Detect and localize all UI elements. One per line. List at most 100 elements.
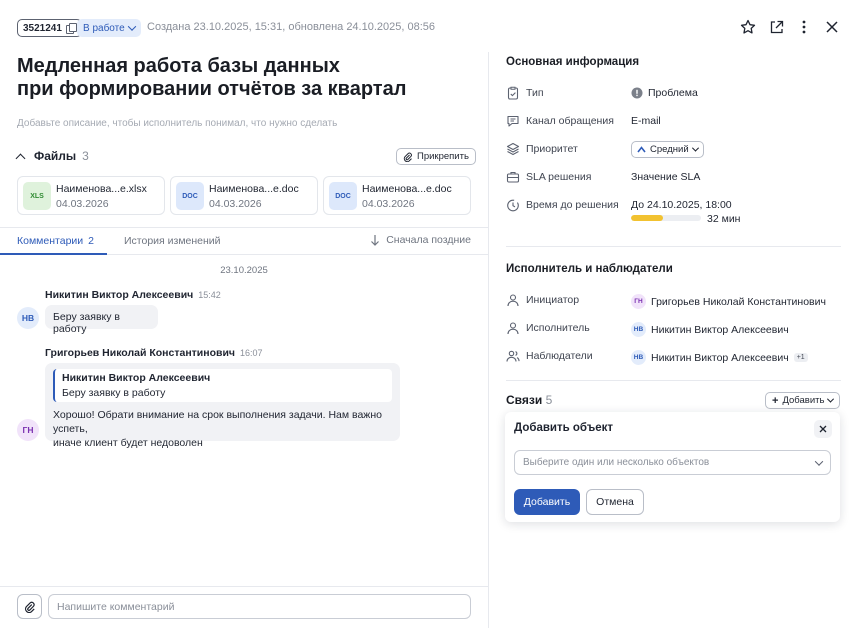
type-value-text: Проблема xyxy=(648,87,698,99)
time-remaining-fill xyxy=(631,215,663,221)
watchers-name: Никитин Виктор Алексеевич xyxy=(651,351,789,364)
active-tab-indicator xyxy=(0,253,107,255)
time-remaining-progress xyxy=(631,215,701,221)
initiator-label: Инициатор xyxy=(526,294,580,306)
file-card[interactable]: XLS Наименова...e.xlsx 04.03.2026 xyxy=(17,176,165,215)
channel-value: E-mail xyxy=(631,115,661,127)
more-menu-icon[interactable] xyxy=(794,17,814,37)
ticket-main-panel: Медленная работа базы данных при формиро… xyxy=(0,52,488,628)
attach-file-button[interactable]: Прикрепить xyxy=(396,148,476,165)
close-icon[interactable] xyxy=(822,17,842,37)
files-toggle[interactable]: Файлы 3 xyxy=(15,149,89,163)
popover-add-button[interactable]: Добавить xyxy=(514,489,580,515)
files-count: 3 xyxy=(82,149,89,163)
paperclip-icon xyxy=(24,601,35,613)
tab-history[interactable]: История изменений xyxy=(124,235,221,247)
file-card[interactable]: DOC Наименова...e.doc 04.03.2026 xyxy=(170,176,318,215)
divider xyxy=(506,380,841,381)
quote-author: Никитин Виктор Алексеевич xyxy=(62,372,211,384)
priority-value-text: Средний xyxy=(650,144,689,155)
user-icon xyxy=(507,322,519,335)
tab-comments-label: Комментарии xyxy=(17,235,84,247)
popover-cancel-button[interactable]: Отмена xyxy=(586,489,644,515)
initiator-name: Григорьев Николай Константинович xyxy=(651,295,826,308)
status-dropdown[interactable]: В работе xyxy=(77,19,141,37)
channel-row: Канал обращения E-mail xyxy=(506,114,841,130)
comment-bubble: Никитин Виктор Алексеевич Беру заявку в … xyxy=(45,363,400,449)
sla-row: SLA решения Значение SLA xyxy=(506,170,841,186)
sort-label: Сначала поздние xyxy=(386,234,471,246)
ticket-id-badge[interactable]: 3521241 xyxy=(17,19,82,37)
ticket-header: 3521241 В работе Создана 23.10.2025, 15:… xyxy=(0,0,857,52)
object-select[interactable]: Выберите один или несколько объектов xyxy=(514,450,831,475)
ticket-title[interactable]: Медленная работа базы данных при формиро… xyxy=(17,55,457,101)
clipboard-check-icon xyxy=(507,86,519,100)
initiator-row: Инициатор ГН Григорьев Николай Константи… xyxy=(506,293,841,309)
avatar[interactable]: НВ xyxy=(17,307,39,329)
attach-button[interactable] xyxy=(17,594,42,619)
avatar: НВ xyxy=(631,322,646,337)
priority-dropdown[interactable]: Средний xyxy=(631,141,704,158)
priority-value: Средний xyxy=(631,141,704,158)
comment-time: 15:42 xyxy=(198,290,221,300)
tab-comments-count: 2 xyxy=(88,235,94,247)
main-info-title: Основная информация xyxy=(506,56,640,68)
assignee-label: Исполнитель xyxy=(526,322,590,334)
ticket-details-panel: Основная информация Тип Проблема Канал о… xyxy=(488,52,857,628)
type-value[interactable]: Проблема xyxy=(631,87,698,99)
file-name: Наименова...e.xlsx xyxy=(56,183,147,195)
add-object-popover: Добавить объект Выберите один или нескол… xyxy=(505,412,840,522)
status-label: В работе xyxy=(83,22,125,34)
doc-file-icon: DOC xyxy=(176,182,204,210)
avatar[interactable]: ГН xyxy=(17,419,39,441)
comment-author[interactable]: Никитин Виктор Алексеевич 15:42 xyxy=(45,289,221,301)
time-remaining: 32 мин xyxy=(707,213,741,225)
plus-icon: + xyxy=(772,394,779,407)
close-icon xyxy=(819,425,827,433)
quoted-comment[interactable]: Никитин Виктор Алексеевич Беру заявку в … xyxy=(53,369,392,402)
deadline-label: Время до решения xyxy=(526,199,619,211)
watchers-row: Наблюдатели НВ Никитин Виктор Алексеевич… xyxy=(506,349,841,365)
file-card[interactable]: DOC Наименова...e.doc 04.03.2026 xyxy=(323,176,471,215)
chevron-down-icon xyxy=(127,22,136,31)
open-external-icon[interactable] xyxy=(766,17,786,37)
type-label: Тип xyxy=(526,87,544,99)
people-title: Исполнитель и наблюдатели xyxy=(506,263,673,275)
watchers-value[interactable]: НВ Никитин Виктор Алексеевич +1 xyxy=(631,350,808,365)
comment-text: Хорошо! Обрати внимание на срок выполнен… xyxy=(53,408,400,450)
tab-comments[interactable]: Комментарии 2 xyxy=(17,235,94,247)
attach-file-label: Прикрепить xyxy=(417,151,469,162)
briefcase-icon xyxy=(506,171,520,183)
add-link-button[interactable]: + Добавить xyxy=(765,392,841,409)
popover-title: Добавить объект xyxy=(514,422,614,434)
date-separator: 23.10.2025 xyxy=(220,265,268,276)
ticket-title-line2: при формировании отчётов за квартал xyxy=(17,78,407,100)
links-title: Связи 5 xyxy=(506,393,552,407)
links-label: Связи xyxy=(506,393,543,407)
object-select-placeholder: Выберите один или несколько объектов xyxy=(523,457,710,468)
channel-label: Канал обращения xyxy=(526,115,614,127)
assignee-value[interactable]: НВ Никитин Виктор Алексеевич xyxy=(631,322,789,337)
star-icon[interactable] xyxy=(738,17,758,37)
files-label: Файлы xyxy=(34,149,77,163)
type-row: Тип Проблема xyxy=(506,86,841,102)
file-name: Наименова...e.doc xyxy=(209,183,299,195)
more-watchers-badge[interactable]: +1 xyxy=(793,353,808,362)
sla-value: Значение SLA xyxy=(631,171,701,183)
initiator-value[interactable]: ГН Григорьев Николай Константинович xyxy=(631,294,826,309)
copy-icon[interactable] xyxy=(65,23,77,34)
avatar: НВ xyxy=(631,350,646,365)
comment-time: 16:07 xyxy=(240,348,263,358)
ticket-meta: Создана 23.10.2025, 15:31, обновлена 24.… xyxy=(147,21,436,33)
comment-author[interactable]: Григорьев Николай Константинович 16:07 xyxy=(45,347,263,359)
add-link-label: Добавить xyxy=(782,395,825,406)
popover-close-button[interactable] xyxy=(814,420,832,438)
quote-text: Беру заявку в работу xyxy=(62,387,166,399)
description-field[interactable]: Добавьте описание, чтобы исполнитель пон… xyxy=(17,118,337,129)
comment-input[interactable] xyxy=(48,594,471,619)
file-date: 04.03.2026 xyxy=(56,198,109,210)
chat-icon xyxy=(507,115,519,127)
arrow-down-icon xyxy=(371,235,380,246)
sort-toggle[interactable]: Сначала поздние xyxy=(370,234,471,246)
comment-text-line2: иначе клиент будет недоволен xyxy=(53,437,203,449)
